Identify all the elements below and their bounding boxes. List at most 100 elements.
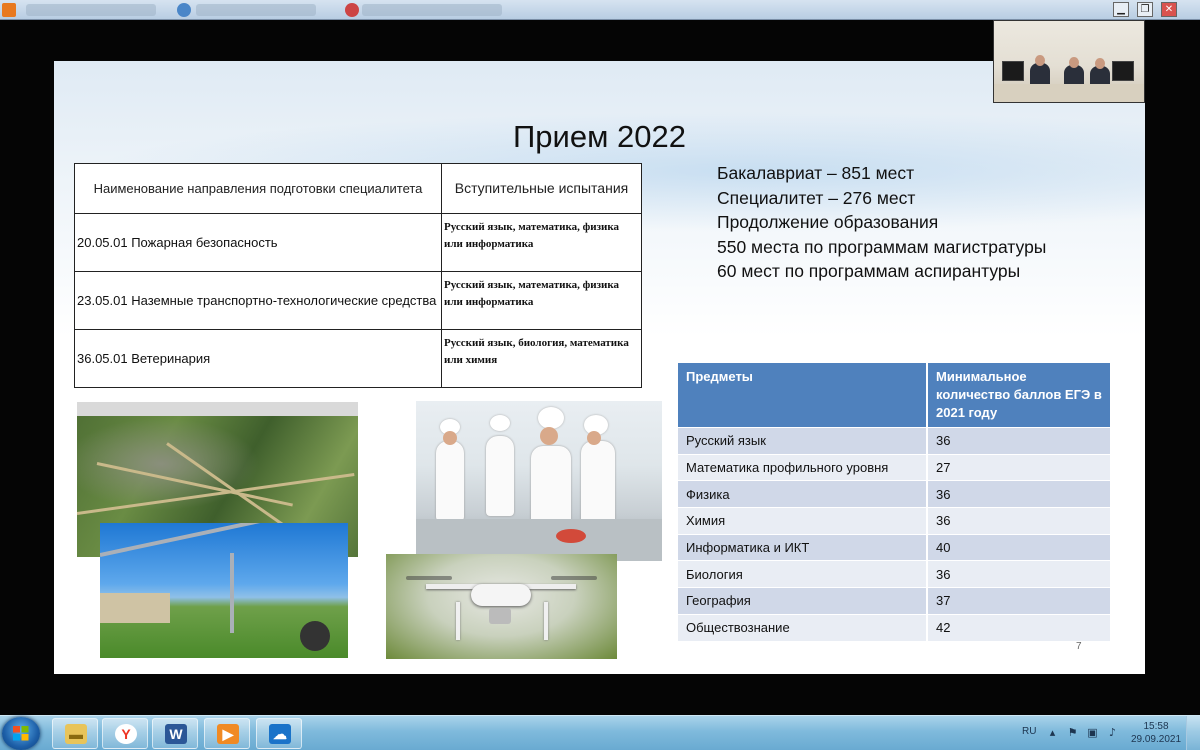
subject-cell: Физика (678, 480, 928, 508)
table-row: Информатика и ИКТ 40 (678, 533, 1112, 561)
cook-figure (581, 441, 615, 531)
table-row: Обществознание 42 (678, 613, 1112, 641)
volume-icon[interactable]: ♪ (1106, 726, 1119, 739)
subjects-table: Предметы Минимальное количество баллов Е… (678, 363, 1112, 641)
table-header-score: Минимальное количество баллов ЕГЭ в 2021… (927, 363, 1112, 428)
participant-head (1069, 57, 1079, 68)
subject-cell: Биология (678, 560, 928, 588)
info-line: Продолжение образования (717, 212, 939, 232)
word-icon: W (165, 724, 187, 744)
blurred-tab[interactable] (196, 4, 316, 16)
blurred-tab[interactable] (362, 4, 502, 16)
subject-cell: Математика профильного уровня (678, 453, 928, 481)
table-header-row: Наименование направления подготовки спец… (74, 163, 642, 214)
specialty-table: Наименование направления подготовки спец… (74, 163, 642, 388)
subject-cell: Русский язык (678, 427, 928, 455)
expand-tray-icon[interactable]: ▴ (1046, 726, 1059, 739)
drone-propeller (406, 576, 452, 580)
cook-figure (486, 436, 514, 516)
monitor-shape (1112, 61, 1134, 81)
drone-propeller (551, 576, 597, 580)
taskbar: ▬ Y W ▶ ☁ RU ▴ ⚑ ▣ ♪ 15:58 29.09.2021 (0, 715, 1200, 750)
language-indicator[interactable]: RU (1022, 726, 1036, 737)
clock-time[interactable]: 15:58 (1136, 721, 1176, 732)
taskbar-app-media[interactable]: ▶ (204, 718, 250, 749)
exams-cell: Русский язык, биология, математика или х… (441, 329, 642, 388)
table-row: География 37 (678, 587, 1112, 615)
monitor-shape (1002, 61, 1024, 81)
network-icon[interactable]: ▣ (1086, 726, 1099, 739)
close-button[interactable]: ✕ (1161, 2, 1177, 17)
drone-leg (456, 602, 460, 640)
score-cell: 27 (927, 453, 1112, 481)
score-cell: 40 (927, 533, 1112, 561)
direction-cell: 36.05.01 Ветеринария (74, 329, 442, 388)
table-row: 23.05.01 Наземные транспортно-технологич… (74, 271, 642, 330)
table-row: 20.05.01 Пожарная безопасность Русский я… (74, 213, 642, 272)
participant-head (1035, 55, 1045, 66)
map-toolbar (77, 402, 358, 416)
drone-leg (544, 602, 548, 640)
table-row: 36.05.01 Ветеринария Русский язык, биоло… (74, 329, 642, 388)
table-header-exams: Вступительные испытания (441, 163, 642, 214)
direction-cell: 20.05.01 Пожарная безопасность (74, 213, 442, 272)
info-line: 550 места по программам магистратуры (717, 236, 1047, 257)
direction-cell: 23.05.01 Наземные транспортно-технологич… (74, 271, 442, 330)
drone-camera (489, 608, 511, 624)
irrigation-wheel (300, 621, 330, 651)
table-row: Физика 36 (678, 480, 1112, 508)
info-line: 60 мест по программам аспирантуры (717, 261, 1021, 281)
show-desktop-button[interactable] (1186, 716, 1200, 750)
webcam-video (993, 20, 1145, 103)
clock-date[interactable]: 29.09.2021 (1130, 734, 1182, 745)
windows-logo-icon (13, 726, 29, 741)
subject-cell: Химия (678, 507, 928, 535)
info-line: Бакалавриат – 851 мест (717, 163, 915, 183)
start-button[interactable] (2, 717, 40, 750)
table-row: Биология 36 (678, 560, 1112, 588)
table-row: Математика профильного уровня 27 (678, 453, 1112, 481)
cook-face (587, 431, 601, 445)
exams-cell: Русский язык, математика, физика или инф… (441, 271, 642, 330)
tab-icon (345, 3, 359, 17)
taskbar-app-cloud[interactable]: ☁ (256, 718, 302, 749)
media-player-icon: ▶ (217, 724, 239, 744)
subject-cell: Обществознание (678, 613, 928, 641)
table-header-row: Предметы Минимальное количество баллов Е… (678, 363, 1112, 428)
cook-face (443, 431, 457, 445)
taskbar-app-yandex[interactable]: Y (102, 718, 148, 749)
irrigation-machine-image (100, 523, 348, 658)
maximize-button[interactable]: ❐ (1137, 2, 1153, 17)
folder-icon: ▬ (65, 724, 87, 744)
minimize-button[interactable]: ▁ (1113, 2, 1129, 17)
slide-page-number: 7 (1076, 641, 1082, 652)
cook-figure (436, 441, 464, 521)
taskbar-app-word[interactable]: W (152, 718, 198, 749)
irrigation-beam (100, 523, 345, 557)
map-road (96, 462, 293, 507)
presentation-slide: Прием 2022 Наименование направления подг… (54, 61, 1145, 674)
exams-cell: Русский язык, математика, физика или инф… (441, 213, 642, 272)
window-titlebar[interactable]: ▁ ❐ ✕ (0, 0, 1200, 20)
yandex-browser-icon: Y (115, 724, 137, 744)
tab-icon (177, 3, 191, 17)
cooking-students-image (416, 401, 662, 561)
subject-cell: Информатика и ИКТ (678, 533, 928, 561)
food-plate (556, 529, 586, 543)
admission-info: Бакалавриат – 851 мест Специалитет – 276… (717, 161, 1046, 284)
chef-hat (490, 415, 510, 431)
action-center-flag-icon[interactable]: ⚑ (1066, 726, 1079, 739)
blurred-tab[interactable] (26, 4, 156, 16)
irrigation-tower (230, 553, 234, 633)
table-header-subject: Предметы (678, 363, 928, 428)
drone-image (386, 554, 617, 659)
desk-shape (994, 84, 1144, 102)
building-shape (100, 593, 170, 623)
taskbar-app-explorer[interactable]: ▬ (52, 718, 98, 749)
score-cell: 36 (927, 427, 1112, 455)
table-header-direction: Наименование направления подготовки спец… (74, 163, 442, 214)
participant-head (1095, 58, 1105, 69)
table-row: Химия 36 (678, 507, 1112, 535)
cloud-icon: ☁ (269, 724, 291, 744)
cook-face (540, 427, 558, 445)
